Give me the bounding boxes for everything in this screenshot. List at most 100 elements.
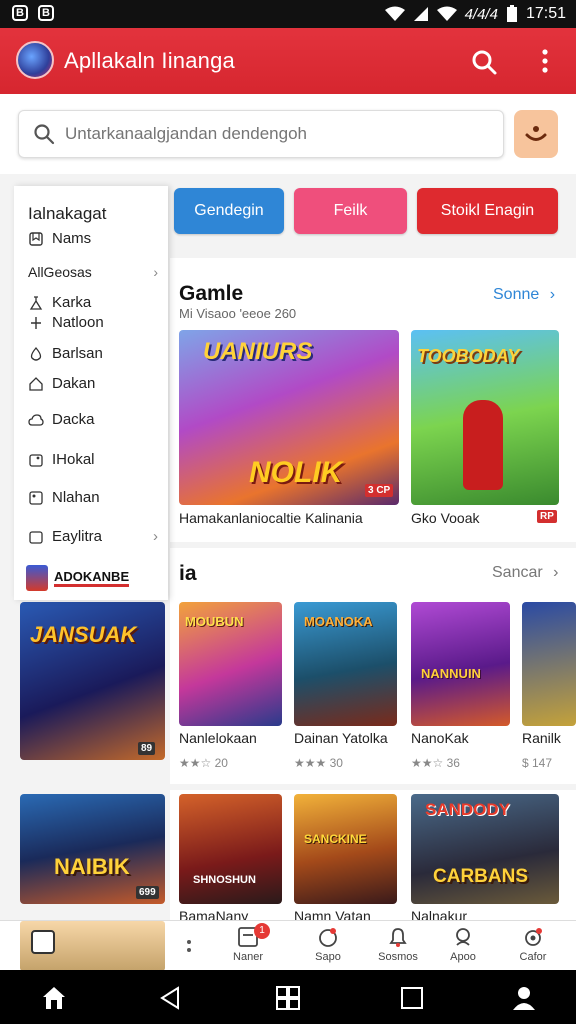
drawer-item-karka[interactable]: Karka [28, 294, 91, 311]
nav-label: Apoo [450, 951, 476, 963]
section-list: ia Sancar › MOUBUN Nanlelokaan ★★☆ 20 MO… [170, 548, 576, 784]
drawer-item-dacka[interactable]: Dacka [28, 411, 95, 428]
drawer-item-natloon[interactable]: Natloon [28, 314, 104, 331]
nav-label: Sosmos [378, 951, 418, 963]
game-card-image[interactable]: MOANOKA [294, 602, 397, 726]
drawer-item-dakan[interactable]: Dakan [28, 375, 95, 392]
bookmark-icon [29, 231, 43, 246]
smile-icon [525, 126, 547, 141]
bell-icon [389, 928, 407, 947]
drawer-item-ihokal[interactable]: IHokal [28, 451, 95, 468]
art-title: SHNOSHUN [193, 874, 256, 886]
chip-gendegin[interactable]: Gendegin [174, 188, 284, 234]
character-figure [463, 400, 503, 490]
nav-label: Sapo [315, 951, 341, 963]
game-card-image[interactable]: NANNUIN [411, 602, 510, 726]
drawer-item-eaylitra[interactable]: Eaylitra › [28, 528, 158, 545]
drag-handle-icon[interactable] [186, 938, 192, 954]
nav-apoo[interactable]: Apoo [433, 925, 493, 963]
card-badge: 699 [136, 886, 159, 899]
drawer-header: Ialnakagat [28, 204, 107, 223]
recents-icon[interactable] [398, 984, 426, 1012]
side-drawer: Ialnakagat Nams AllGeosas › Karka Natloo… [14, 186, 168, 600]
drawer-item-label: Barlsan [52, 345, 103, 362]
card-rating: ★★★ 30 [294, 756, 343, 770]
drawer-promo[interactable]: ADOKANBE [26, 564, 156, 592]
nav-label: Cafor [519, 951, 547, 963]
game-card-image[interactable]: SANDODY CARBANS [411, 794, 559, 904]
wifi-icon [384, 6, 405, 21]
drawer-item-label: Nlahan [52, 489, 100, 506]
art-title: CARBANS [433, 866, 528, 887]
art-title: SANCKINE [304, 832, 367, 846]
card-badge: 89 [138, 742, 156, 755]
game-card-image[interactable]: TOOBODAY [411, 330, 559, 505]
nav-cafor[interactable]: Cafor [503, 925, 563, 963]
card-price: $ 147 [522, 756, 553, 770]
drawer-item-label: Natloon [52, 314, 104, 331]
chip-stoikl-enagin[interactable]: Stoikl Enagin [417, 188, 558, 234]
search-box[interactable] [18, 110, 504, 158]
card-rating: ★★☆ 36 [411, 756, 460, 770]
drawer-item-label: Dakan [52, 375, 96, 392]
game-card-image[interactable]: UANIURS NOLIK 3 CP [179, 330, 399, 505]
drawer-item-label: Eaylitra [52, 528, 103, 545]
chevron-right-icon: › [549, 286, 556, 303]
art-title: MOUBUN [185, 614, 244, 629]
status-bar: B B 4/4/4 17:51 [0, 0, 576, 28]
see-more-label: Sancar [492, 564, 543, 581]
drawer-item-label: Dacka [52, 411, 95, 428]
account-icon[interactable] [510, 984, 538, 1012]
drawer-item-nlahan[interactable]: Nlahan [28, 489, 100, 506]
search-input[interactable] [65, 121, 495, 147]
game-card-image[interactable]: SANCKINE [294, 794, 397, 904]
section-more: SHNOSHUN BamaNany SANCKINE Namn Vatan SA… [170, 790, 576, 924]
nav-naner[interactable]: Naner 1 [218, 923, 278, 963]
art-title: JANSUAK [30, 622, 137, 647]
see-more-link[interactable]: Sancar › [492, 564, 558, 582]
battery-icon [506, 5, 517, 22]
app-logo[interactable] [16, 41, 54, 79]
assistant-button[interactable] [514, 110, 558, 158]
drawer-item-barlsan[interactable]: Barlsan [28, 345, 103, 362]
bottom-thumbnail[interactable] [20, 921, 165, 971]
drawer-item-row: Eaylitra [28, 528, 102, 545]
drawer-item-label: AllGeosas [28, 264, 92, 280]
art-title: NANNUIN [421, 666, 481, 681]
search-icon [34, 124, 55, 145]
card-title: Gko Vooak [411, 510, 480, 526]
search-icon[interactable] [470, 48, 498, 76]
tag-icon [29, 453, 43, 467]
app-title: Apllakaln Iinanga [64, 48, 235, 73]
see-more-link[interactable]: Sonne › [493, 286, 555, 304]
game-card-image[interactable] [522, 602, 576, 726]
drawer-item-nams[interactable]: Nams [28, 230, 91, 247]
nav-sosmos[interactable]: Sosmos [368, 925, 428, 963]
art-title: NAIBIK [54, 854, 130, 879]
nav-sapo[interactable]: Sapo [298, 925, 358, 963]
game-card-image[interactable]: JANSUAK 89 [20, 602, 165, 760]
flask-icon [29, 295, 43, 310]
chevron-right-icon: › [153, 528, 158, 545]
more-vert-icon[interactable] [534, 46, 556, 76]
section-subtitle: Mi Visaoo 'eeoe 260 [179, 306, 297, 321]
square-icon [31, 930, 55, 954]
game-card-image[interactable]: NAIBIK 699 [20, 794, 165, 904]
game-card-image[interactable]: SHNOSHUN [179, 794, 282, 904]
card-badge: 3 CP [365, 484, 394, 497]
apps-icon[interactable] [274, 984, 302, 1012]
bottom-navigation: Naner 1 Sapo Sosmos Apoo Cafor [0, 920, 576, 971]
art-title: UANIURS [203, 338, 313, 365]
game-card-image[interactable]: MOUBUN [179, 602, 282, 726]
signal-icon [413, 7, 428, 21]
image-icon [29, 490, 43, 505]
card-title: NanoKak [411, 730, 469, 746]
chip-feilk[interactable]: Feilk [294, 188, 407, 234]
promo-label: ADOKANBE [54, 569, 130, 587]
notification-icon: B [38, 5, 54, 21]
drawer-item-allgeosas[interactable]: AllGeosas › [28, 264, 158, 280]
card-title: Ranilk [522, 730, 561, 746]
home-icon[interactable] [40, 984, 68, 1012]
back-icon[interactable] [156, 984, 184, 1012]
card-title: Nanlelokaan [179, 730, 257, 746]
